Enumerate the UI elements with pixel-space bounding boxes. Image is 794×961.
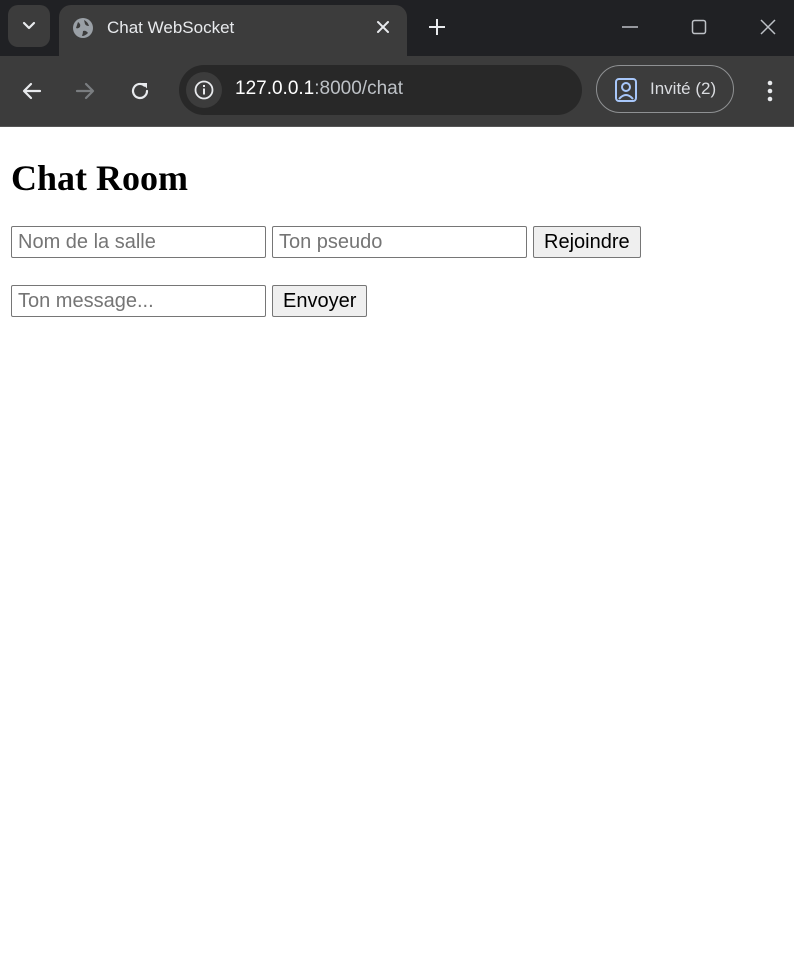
window-close-icon [760,19,776,35]
url-text: 127.0.0.1:8000/chat [235,78,403,100]
maximize-button[interactable] [686,14,712,40]
browser-toolbar: 127.0.0.1:8000/chat Invité (2) [0,56,794,127]
maximize-icon [691,19,707,35]
tab-title: Chat WebSocket [107,18,235,37]
chevron-down-icon [22,21,36,30]
room-name-input[interactable] [11,226,266,258]
address-bar[interactable]: 127.0.0.1:8000/chat [179,65,582,115]
forward-button[interactable] [72,78,98,104]
info-icon [194,80,214,100]
minimize-button[interactable] [617,14,643,40]
close-icon [377,21,389,33]
url-host: 127.0.0.1 [235,78,315,99]
pseudo-input[interactable] [272,226,527,258]
tab-strip: Chat WebSocket [0,0,794,56]
forward-icon [75,82,95,100]
active-tab[interactable]: Chat WebSocket [59,5,407,56]
profile-label: Invité (2) [650,79,717,98]
url-path: :8000/chat [314,78,403,99]
menu-icon [767,80,773,102]
globe-icon [73,18,93,38]
join-button[interactable]: Rejoindre [533,226,641,258]
back-button[interactable] [19,78,45,104]
profile-button[interactable]: Invité (2) [596,65,734,113]
minimize-icon [622,26,638,28]
profile-icon [615,78,637,102]
page-content: Chat Room Rejoindre Envoyer [0,127,794,352]
join-form: Rejoindre [11,226,783,258]
message-form: Envoyer [11,285,783,317]
back-icon [22,82,42,100]
new-tab-button[interactable] [424,14,450,40]
tab-search-button[interactable] [8,5,50,47]
reload-icon [131,82,149,100]
browser-menu-button[interactable] [760,78,780,104]
send-button[interactable]: Envoyer [272,285,368,317]
page-title: Chat Room [11,158,188,198]
message-input[interactable] [11,285,266,317]
window-close-button[interactable] [755,14,781,40]
tab-close-button[interactable] [373,17,393,37]
reload-button[interactable] [127,78,153,104]
plus-icon [429,19,445,35]
site-info-button[interactable] [186,72,222,108]
